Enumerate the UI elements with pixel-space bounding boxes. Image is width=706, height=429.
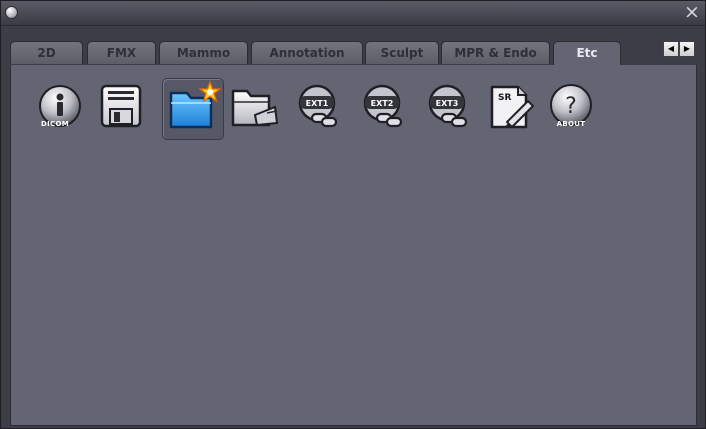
etc-tool-panel: DICOM EXT1 EXT2 EXT3 SR ? ABOUT [10,65,697,426]
open-folder-icon [231,89,279,127]
ext2-link-icon [363,84,403,128]
tab-mpr-endo[interactable]: MPR & Endo [441,41,550,64]
ext1-link-icon [298,84,338,128]
open-folder-button[interactable] [227,81,283,137]
tab-2d[interactable]: 2D [10,41,83,64]
svg-text:?: ? [565,94,577,119]
tab-mammo[interactable]: Mammo [159,41,248,64]
tab-scroll-right-button[interactable]: ▶ [679,41,695,57]
ext2-button[interactable]: EXT2 [357,81,413,137]
save-button[interactable] [97,81,153,137]
help-icon: ? [550,84,592,126]
tab-scroll-left-button[interactable]: ◀ [663,41,679,57]
sr-document-icon [490,85,534,129]
tab-etc[interactable]: Etc [553,41,621,66]
ext2-label: EXT2 [370,99,394,108]
tab-annotation[interactable]: Annotation [251,41,363,64]
ext3-button[interactable]: EXT3 [422,81,478,137]
title-bar[interactable]: × [1,1,705,26]
new-folder-icon [169,80,222,129]
ext1-label: EXT1 [305,99,329,108]
ext1-button[interactable]: EXT1 [292,81,348,137]
tab-fmx[interactable]: FMX [87,41,156,64]
info-icon [39,85,81,127]
dicom-label: DICOM [41,120,69,128]
dicom-info-button[interactable]: DICOM [37,81,93,137]
tab-strip: 2D FMX Mammo Annotation Sculpt MPR & End… [10,41,698,66]
ext3-label: EXT3 [435,99,459,108]
tab-sculpt[interactable]: Sculpt [365,41,439,64]
sr-label: SR [498,93,512,103]
close-button[interactable]: × [683,2,701,22]
about-label: ABOUT [556,120,586,128]
new-folder-button[interactable] [162,78,224,140]
ext3-link-icon [428,84,468,128]
floppy-disk-icon [100,84,142,128]
window-orb-icon[interactable] [5,6,18,19]
about-button[interactable]: ? ABOUT [547,81,603,137]
structured-report-button[interactable]: SR [484,81,540,137]
etc-toolbox-window: × 2D FMX Mammo Annotation Sculpt MPR & E… [0,0,706,429]
